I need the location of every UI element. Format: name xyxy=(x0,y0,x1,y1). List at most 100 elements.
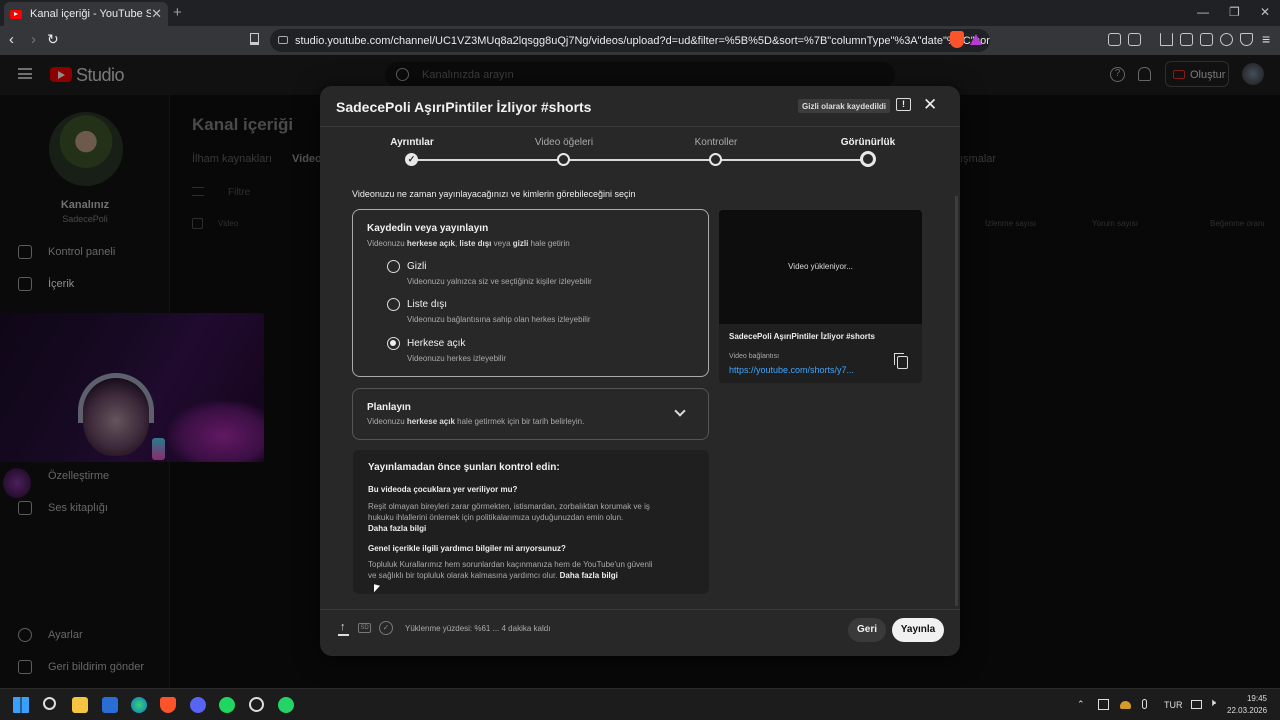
url-text: studio.youtube.com/channel/UC1VZ3MUq8a2l… xyxy=(295,34,990,47)
windows-taskbar: ⌃ TUR 🕨 19:45 22.03.2026 xyxy=(0,688,1280,720)
check-circle-icon: ✓ xyxy=(379,621,393,635)
upload-progress-text: Yüklenme yüzdesi: %61 ... 4 dakika kaldı xyxy=(405,624,551,633)
brave-rewards-icon[interactable] xyxy=(970,34,982,45)
start-icon[interactable] xyxy=(13,697,29,713)
file-explorer-icon[interactable] xyxy=(72,697,88,713)
address-bar[interactable]: studio.youtube.com/channel/UC1VZ3MUq8a2l… xyxy=(270,29,990,52)
dialog-scrollbar[interactable] xyxy=(955,196,958,606)
dialog-footer: ↑ SD ✓ Yüklenme yüzdesi: %61 ... 4 dakik… xyxy=(320,609,960,656)
copy-icon[interactable] xyxy=(894,353,908,369)
extensions-icon[interactable] xyxy=(1108,33,1121,46)
chevron-down-icon[interactable] xyxy=(674,405,686,417)
step-done-check-icon[interactable]: ✓ xyxy=(405,153,418,166)
stepper-line xyxy=(412,159,868,161)
download-icon[interactable] xyxy=(1160,33,1173,46)
volume-icon[interactable]: 🕨 xyxy=(1209,697,1216,710)
checklist-question: Bu videoda çocuklara yer veriliyor mu? xyxy=(368,485,518,494)
step-dot[interactable] xyxy=(557,153,570,166)
clock-time[interactable]: 19:45 xyxy=(1231,694,1267,703)
report-issue-icon[interactable]: ! xyxy=(896,98,911,111)
edge-icon[interactable] xyxy=(131,697,147,713)
divider xyxy=(320,126,960,127)
step-video-elements[interactable]: Video öğeleri xyxy=(514,137,614,148)
upload-dialog: SadecePoli AşırıPintiler İzliyor #shorts… xyxy=(320,86,960,656)
step-current-dot[interactable] xyxy=(860,151,876,167)
learn-more-link[interactable]: Daha fazla bilgi xyxy=(368,524,426,533)
browser-tab-bar: Kanal içeriği - YouTube Studio ✕ + — ❐ ✕ xyxy=(0,0,1280,26)
checklist-answer: Reşit olmayan bireyleri zarar görmekten,… xyxy=(368,502,650,533)
sd-badge-icon: SD xyxy=(358,623,371,633)
save-publish-heading: Kaydedin veya yayınlayın xyxy=(367,223,489,234)
checklist-question: Genel içerikle ilgili yardımcı bilgiler … xyxy=(368,544,566,553)
search-icon[interactable] xyxy=(43,697,56,710)
video-link-label: Video bağlantısı xyxy=(729,353,780,360)
tray-app-icon[interactable] xyxy=(1098,699,1109,710)
radio-public[interactable] xyxy=(387,337,400,350)
new-tab-icon[interactable]: + xyxy=(173,4,182,21)
video-loading-text: Video yükleniyor... xyxy=(788,262,853,271)
store-icon[interactable] xyxy=(102,697,118,713)
bookmark-icon[interactable] xyxy=(250,33,259,45)
obs-icon[interactable] xyxy=(249,697,264,712)
network-icon[interactable] xyxy=(1191,700,1202,709)
reload-icon[interactable]: ↻ xyxy=(47,31,59,48)
schedule-panel[interactable]: Planlayın Videonuzu herkese açık hale ge… xyxy=(352,388,709,440)
option-desc: Videonuzu herkes izleyebilir xyxy=(407,354,507,363)
screenshot-icon[interactable] xyxy=(1128,33,1141,46)
preview-title: SadecePoli AşırıPintiler İzliyor #shorts xyxy=(729,332,875,341)
tray-chevron-icon[interactable]: ⌃ xyxy=(1077,699,1085,710)
forward-icon[interactable]: › xyxy=(31,31,36,48)
restore-icon[interactable]: ❐ xyxy=(1229,5,1240,19)
learn-more-link[interactable]: Daha fazla bilgi xyxy=(560,571,618,580)
step-checks[interactable]: Kontroller xyxy=(666,137,766,148)
save-publish-desc: Videonuzu herkese açık, liste dışı veya … xyxy=(367,239,570,248)
browser-toolbar: ‹ › ↻ studio.youtube.com/channel/UC1VZ3M… xyxy=(0,26,1280,55)
option-desc: Videonuzu yalnızca siz ve seçtiğiniz kiş… xyxy=(407,277,592,286)
whatsapp-icon[interactable] xyxy=(278,697,294,713)
video-preview-card: Video yükleniyor... SadecePoli AşırıPint… xyxy=(719,210,922,383)
sidebar-toggle-icon[interactable] xyxy=(1180,33,1193,46)
window-close-icon[interactable]: ✕ xyxy=(1260,5,1270,19)
radio-option-private[interactable]: Gizli Videonuzu yalnızca siz ve seçtiğin… xyxy=(387,260,687,290)
checklist-answer: Topluluk Kurallarımız hem sorunlardan ka… xyxy=(368,560,653,580)
tab-close-icon[interactable]: ✕ xyxy=(151,6,162,22)
leo-ai-icon[interactable] xyxy=(1220,33,1233,46)
step-visibility[interactable]: Görünürlük xyxy=(818,137,918,148)
publish-button[interactable]: Yayınla xyxy=(892,618,944,642)
youtube-favicon-icon xyxy=(10,9,22,19)
prepublish-checklist: Yayınlamadan önce şunları kontrol edin: … xyxy=(353,450,709,594)
input-language[interactable]: TUR xyxy=(1164,700,1183,710)
browser-tab[interactable]: Kanal içeriği - YouTube Studio ✕ xyxy=(4,2,168,26)
microphone-icon[interactable] xyxy=(1142,699,1147,709)
discord-icon[interactable] xyxy=(190,697,206,713)
radio-private[interactable] xyxy=(387,260,400,273)
saved-status-badge: Gizli olarak kaydedildi xyxy=(798,99,891,113)
radio-option-public[interactable]: Herkese açık Videonuzu herkes izleyebili… xyxy=(387,337,687,367)
schedule-desc: Videonuzu herkese açık hale getirmek içi… xyxy=(367,417,585,426)
menu-icon[interactable]: ≡ xyxy=(1262,31,1270,47)
spotify-icon[interactable] xyxy=(219,697,235,713)
step-details[interactable]: Ayrıntılar xyxy=(362,137,462,148)
option-label: Liste dışı xyxy=(407,299,448,310)
close-dialog-button[interactable]: ✕ xyxy=(923,95,937,115)
option-label: Herkese açık xyxy=(407,338,466,349)
back-button[interactable]: Geri xyxy=(848,618,886,642)
radio-option-unlisted[interactable]: Liste dışı Videonuzu bağlantısına sahip … xyxy=(387,298,687,328)
tray-cloud-icon[interactable] xyxy=(1120,701,1131,709)
site-info-icon[interactable] xyxy=(278,36,288,44)
back-icon[interactable]: ‹ xyxy=(9,31,14,48)
clock-date[interactable]: 22.03.2026 xyxy=(1227,706,1267,715)
radio-unlisted[interactable] xyxy=(387,298,400,311)
visibility-subtitle: Videonuzu ne zaman yayınlayacağınızı ve … xyxy=(352,189,636,199)
schedule-heading: Planlayın xyxy=(367,402,411,413)
wallet-icon[interactable] xyxy=(1200,33,1213,46)
video-link[interactable]: https://youtube.com/shorts/y7... xyxy=(729,365,854,375)
vpn-icon[interactable] xyxy=(1240,33,1253,46)
checklist-heading: Yayınlamadan önce şunları kontrol edin: xyxy=(368,462,560,473)
option-label: Gizli xyxy=(407,261,427,272)
dialog-title: SadecePoli AşırıPintiler İzliyor #shorts xyxy=(336,99,592,115)
minimize-icon[interactable]: — xyxy=(1197,5,1209,19)
brave-shield-icon[interactable] xyxy=(950,31,964,48)
brave-icon[interactable] xyxy=(160,697,176,713)
step-dot[interactable] xyxy=(709,153,722,166)
